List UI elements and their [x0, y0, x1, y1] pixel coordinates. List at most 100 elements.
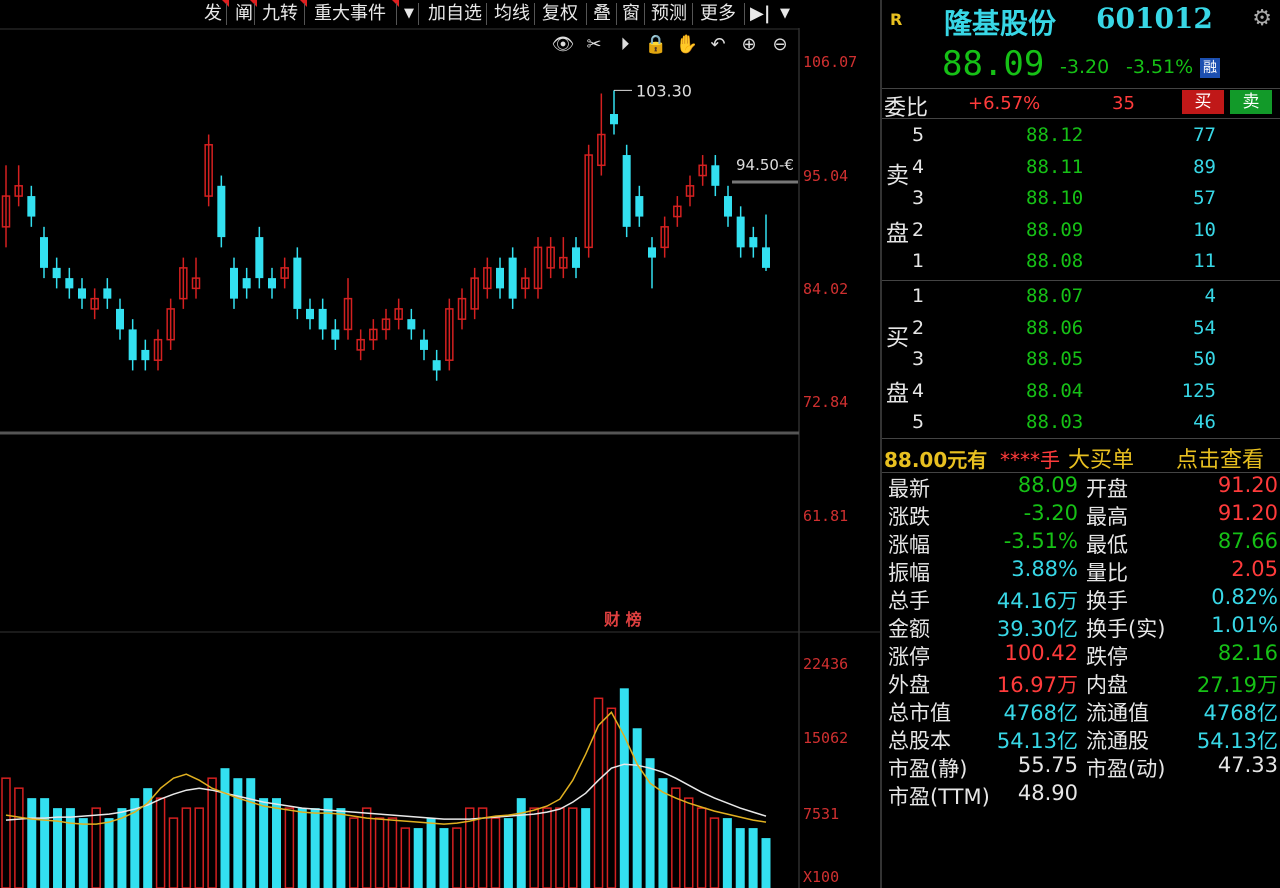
- stats-row: 市盈(静) 55.75 市盈(动) 47.33: [882, 753, 1280, 781]
- candle-body: [242, 278, 251, 289]
- candle-body: [230, 267, 238, 299]
- stat-l1: 总手: [888, 589, 930, 613]
- candle-body: [255, 237, 264, 279]
- stat-l1: 涨幅: [888, 533, 930, 557]
- volume-bar: [413, 828, 423, 888]
- bids-level: 2: [912, 316, 925, 339]
- bids-level: 3: [912, 348, 925, 371]
- candle-body: [116, 308, 124, 330]
- settings-gear-icon[interactable]: ⚙: [1252, 6, 1272, 31]
- candle-body: [432, 360, 441, 371]
- asks-volume: 11: [1193, 250, 1216, 273]
- asks-volume: 77: [1193, 124, 1216, 146]
- divider: [882, 118, 1280, 119]
- stat-v2: 91.20: [1217, 473, 1278, 497]
- candle-body: [103, 288, 112, 299]
- stat-v1: 55.75: [1017, 753, 1078, 777]
- price-axis-label: 84.02: [803, 280, 848, 298]
- volume-bar: [194, 807, 204, 888]
- candle-body: [27, 196, 36, 217]
- asks-level: 5: [912, 124, 925, 146]
- stat-l1: 涨跌: [888, 505, 930, 529]
- kline-chart-area[interactable]: 发阐九转 重大事件 加自选 均线 复权叠窗预测 更多 ▼ ▶| ▼ 👁 ✂ ⏵ 🔒 ✋ ↶ ⊕ ⊖ 106.0…: [0, 0, 880, 888]
- volume-bar: [619, 688, 629, 888]
- stats-row: 振幅 3.88% 量比 2.05: [882, 557, 1280, 585]
- volume-bar: [155, 797, 166, 888]
- volume-axis-label: X100: [803, 868, 839, 886]
- candle-body: [572, 247, 580, 268]
- volume-bar: [658, 778, 668, 888]
- stat-v2: 2.05: [1231, 557, 1278, 581]
- asks-row[interactable]: 1 88.08 11: [882, 246, 1280, 278]
- candle-body: [331, 329, 340, 340]
- quote-panel: R 隆基股份 601012 ⚙ 88.09 -3.20 -3.51% 融 委比 …: [880, 0, 1280, 888]
- stat-l2: 量比: [1086, 561, 1128, 585]
- stat-v1: 4768亿: [1003, 701, 1078, 725]
- bids-volume: 50: [1193, 348, 1216, 371]
- sell-button[interactable]: 卖: [1230, 90, 1272, 114]
- asks-row[interactable]: 3 88.10 57: [882, 183, 1280, 215]
- stat-l1: 金额: [888, 617, 930, 641]
- stat-v2: 54.13亿: [1196, 729, 1278, 753]
- asks-price: 88.10: [1026, 187, 1084, 210]
- stat-v2: 0.82%: [1211, 585, 1278, 609]
- asks-volume: 57: [1193, 187, 1216, 210]
- margin-badge: 融: [1200, 58, 1220, 78]
- stat-l1: 市盈(静): [888, 757, 968, 781]
- candle-body: [141, 349, 150, 361]
- big-order-link[interactable]: 点击查看: [1176, 442, 1264, 474]
- price-axis-label: 72.84: [803, 393, 848, 411]
- candle-body: [40, 237, 48, 268]
- volume-bar: [735, 828, 745, 888]
- stat-l2: 内盘: [1086, 673, 1128, 697]
- asks-level: 4: [912, 155, 925, 178]
- bids-row[interactable]: 5 88.03 46: [882, 407, 1280, 439]
- volume-bar: [503, 818, 513, 888]
- candle-body: [610, 114, 618, 125]
- bids-price: 88.06: [1026, 316, 1084, 339]
- volume-bar: [439, 828, 449, 888]
- asks-row[interactable]: 2 88.09 10: [882, 215, 1280, 247]
- asks-row[interactable]: 4 88.11 89: [882, 152, 1280, 184]
- stat-l2: 最低: [1086, 533, 1128, 557]
- stats-row: 最新 88.09 开盘 91.20: [882, 473, 1280, 501]
- bids-row[interactable]: 2 88.06 54: [882, 313, 1280, 345]
- kline-chart-svg[interactable]: 106.07 95.04 84.02 72.84 61.81 22436 15062 7531…: [0, 0, 880, 888]
- big-order-price: 88.00元有: [884, 448, 988, 472]
- low-annotation-label: 94.50-€: [736, 156, 794, 174]
- volume-bar: [671, 787, 681, 888]
- volume-bar: [104, 818, 114, 888]
- bids-row[interactable]: 1 88.07 4: [882, 281, 1280, 313]
- stat-l1: 总股本: [888, 729, 951, 753]
- volume-axis-label: 22436: [803, 655, 848, 673]
- candle-body: [622, 155, 631, 227]
- price-change: -3.20: [1060, 56, 1110, 78]
- volume-bar: [709, 817, 720, 888]
- volume-bar: [40, 798, 50, 888]
- candle-body: [306, 308, 314, 320]
- volume-bar: [259, 798, 269, 888]
- candle-body: [128, 329, 137, 361]
- stat-l1: 振幅: [888, 561, 930, 585]
- stats-row: 总手 44.16万 换手 0.82%: [882, 585, 1280, 613]
- candle-body: [496, 267, 504, 289]
- stat-v1: -3.20: [1023, 501, 1078, 525]
- buy-button[interactable]: 买: [1182, 90, 1224, 114]
- stat-v1: 48.90: [1017, 781, 1078, 805]
- bids-level: 1: [912, 285, 925, 307]
- asks-row[interactable]: 5 88.12 77: [882, 120, 1280, 152]
- divider: [882, 88, 1280, 89]
- volume-bar: [683, 797, 694, 888]
- candle-body: [420, 339, 428, 350]
- candle-body: [65, 278, 74, 289]
- bids-row[interactable]: 4 88.04 125: [882, 376, 1280, 408]
- volume-bar: [426, 818, 436, 888]
- stat-v1: 3.88%: [1011, 557, 1078, 581]
- volume-bar: [246, 778, 256, 888]
- volume-bar: [310, 808, 320, 888]
- volume-bar: [323, 798, 333, 888]
- bids-price: 88.04: [1026, 379, 1084, 402]
- bids-row[interactable]: 3 88.05 50: [882, 344, 1280, 376]
- volume-bar: [207, 777, 217, 888]
- asks-price: 88.08: [1026, 250, 1084, 273]
